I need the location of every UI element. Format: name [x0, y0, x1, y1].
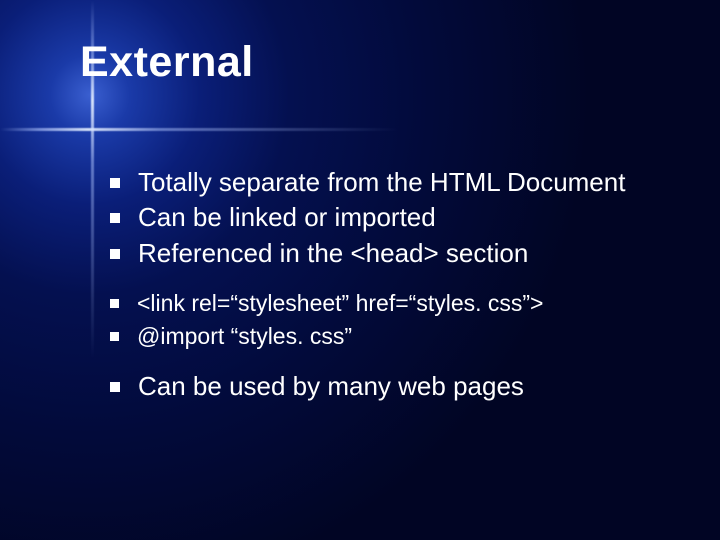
list-item: Can be linked or imported — [110, 201, 680, 234]
list-item-text: Can be linked or imported — [138, 201, 680, 234]
slide-title: External — [80, 38, 254, 87]
list-item-text: <link rel=“stylesheet” href=“styles. css… — [137, 288, 680, 319]
square-bullet-icon — [110, 382, 120, 392]
list-item-text: Totally separate from the HTML Document — [138, 166, 680, 199]
bullet-group: Can be used by many web pages — [110, 370, 680, 403]
bullet-group: <link rel=“stylesheet” href=“styles. css… — [110, 288, 680, 352]
list-item-text: Can be used by many web pages — [138, 370, 680, 403]
list-item: Totally separate from the HTML Document — [110, 166, 680, 199]
lens-flare-horizontal — [0, 128, 400, 131]
square-bullet-icon — [110, 213, 120, 223]
list-item-text: @import “styles. css” — [137, 321, 680, 352]
list-item: <link rel=“stylesheet” href=“styles. css… — [110, 288, 680, 319]
list-item: @import “styles. css” — [110, 321, 680, 352]
square-bullet-icon — [110, 299, 119, 308]
slide: External Totally separate from the HTML … — [0, 0, 720, 540]
square-bullet-icon — [110, 178, 120, 188]
square-bullet-icon — [110, 332, 119, 341]
square-bullet-icon — [110, 249, 120, 259]
bullet-group: Totally separate from the HTML Document … — [110, 166, 680, 270]
slide-body: Totally separate from the HTML Document … — [110, 166, 680, 405]
list-item: Can be used by many web pages — [110, 370, 680, 403]
list-item: Referenced in the <head> section — [110, 237, 680, 270]
list-item-text: Referenced in the <head> section — [138, 237, 680, 270]
